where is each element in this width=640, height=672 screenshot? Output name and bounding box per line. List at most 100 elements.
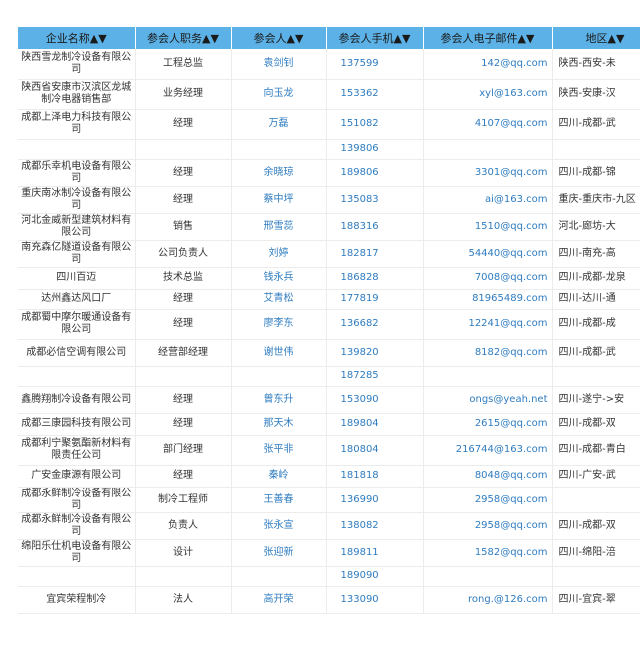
email-cell[interactable]: ai@163.com [423, 186, 553, 214]
job-title-cell: 法人 [135, 586, 232, 614]
email-cell[interactable]: 2958@qq.com [423, 512, 553, 540]
table-row: 达州鑫达风口厂 经理 艾青松 177819 81965489.com 四川-达川-通 [18, 289, 640, 310]
person-link[interactable]: 那天木 [231, 413, 327, 436]
phone-cell[interactable]: 177819 [326, 289, 424, 310]
email-cell[interactable]: 81965489.com [423, 289, 553, 310]
email-cell[interactable]: 2615@qq.com [423, 413, 553, 436]
email-cell[interactable]: 216744@163.com [423, 435, 553, 466]
table-row: 139806 [18, 139, 640, 160]
email-cell[interactable]: rong.@126.com [423, 586, 553, 614]
phone-cell[interactable]: 133090 [326, 586, 424, 614]
job-title-cell: 经理 [135, 186, 232, 214]
table-header-row: 企业名称▲▼ 参会人职务▲▼ 参会人▲▼ 参会人手机▲▼ 参会人电子邮件▲▼ 地… [18, 27, 640, 49]
job-title-cell: 部门经理 [135, 435, 232, 466]
phone-cell[interactable]: 182817 [326, 240, 424, 268]
person-link[interactable]: 向玉龙 [231, 79, 327, 110]
phone-cell[interactable]: 139806 [326, 139, 424, 160]
person-link[interactable]: 蔡中坪 [231, 186, 327, 214]
phone-cell[interactable]: 187285 [326, 366, 424, 387]
phone-cell[interactable]: 136990 [326, 487, 424, 513]
person-link[interactable]: 王善春 [231, 487, 327, 513]
person-link[interactable] [231, 366, 327, 387]
job-title-cell: 工程总监 [135, 49, 232, 80]
email-cell[interactable] [423, 139, 553, 160]
email-cell[interactable]: 12241@qq.com [423, 309, 553, 340]
column-header-email[interactable]: 参会人电子邮件▲▼ [423, 27, 553, 49]
email-cell[interactable]: 4107@qq.com [423, 109, 553, 140]
table-row: 陕西省安康市汉滨区龙城制冷电器销售部 业务经理 向玉龙 153362 xyl@163.c… [18, 79, 640, 110]
person-link[interactable] [231, 139, 327, 160]
email-cell[interactable] [423, 366, 553, 387]
person-link[interactable]: 张永宣 [231, 512, 327, 540]
phone-cell[interactable]: 189804 [326, 413, 424, 436]
job-title-cell: 设计 [135, 539, 232, 567]
person-link[interactable]: 万磊 [231, 109, 327, 140]
email-cell[interactable]: 8182@qq.com [423, 339, 553, 367]
column-header-region[interactable]: 地区▲▼ [552, 27, 640, 49]
phone-cell[interactable]: 180804 [326, 435, 424, 466]
job-title-cell: 业务经理 [135, 79, 232, 110]
person-link[interactable]: 秦岭 [231, 465, 327, 488]
phone-cell[interactable]: 186828 [326, 267, 424, 290]
phone-cell[interactable]: 139820 [326, 339, 424, 367]
phone-cell[interactable]: 188316 [326, 213, 424, 241]
email-cell[interactable]: 142@qq.com [423, 49, 553, 80]
person-link[interactable]: 余晓琼 [231, 159, 327, 187]
company-cell: 重庆南冰制冷设备有限公司 [18, 186, 136, 214]
person-link[interactable]: 廖李东 [231, 309, 327, 340]
person-link[interactable]: 高开荣 [231, 586, 327, 614]
table-row: 成都上泽电力科技有限公司 经理 万磊 151082 4107@qq.com 四川-成都-武 [18, 109, 640, 140]
email-cell[interactable]: ongs@yeah.net [423, 386, 553, 414]
job-title-cell: 经理 [135, 289, 232, 310]
email-cell[interactable]: xyl@163.com [423, 79, 553, 110]
person-link[interactable]: 刘婷 [231, 240, 327, 268]
email-cell[interactable]: 2958@qq.com [423, 487, 553, 513]
person-link[interactable]: 邢雪蕊 [231, 213, 327, 241]
job-title-cell: 经理 [135, 465, 232, 488]
table-row: 成都必信空调有限公司 经营部经理 谢世伟 139820 8182@qq.com 四川-成都… [18, 339, 640, 367]
region-cell: 四川-成都-青白 [552, 435, 640, 466]
email-cell[interactable]: 1510@qq.com [423, 213, 553, 241]
person-link[interactable]: 钱永兵 [231, 267, 327, 290]
phone-cell[interactable]: 189811 [326, 539, 424, 567]
email-cell[interactable]: 7008@qq.com [423, 267, 553, 290]
table-row: 四川百迈 技术总监 钱永兵 186828 7008@qq.com 四川-成都-龙泉 [18, 267, 640, 290]
region-cell: 四川-成都-锦 [552, 159, 640, 187]
phone-cell[interactable]: 135083 [326, 186, 424, 214]
region-cell: 四川-成都-双 [552, 512, 640, 540]
job-title-cell: 销售 [135, 213, 232, 241]
person-link[interactable]: 艾青松 [231, 289, 327, 310]
column-header-title[interactable]: 参会人职务▲▼ [135, 27, 232, 49]
phone-cell[interactable]: 138082 [326, 512, 424, 540]
email-cell[interactable]: 54440@qq.com [423, 240, 553, 268]
phone-cell[interactable]: 189806 [326, 159, 424, 187]
company-cell: 南充森亿隧道设备有限公司 [18, 240, 136, 268]
phone-cell[interactable]: 181818 [326, 465, 424, 488]
table-row: 重庆南冰制冷设备有限公司 经理 蔡中坪 135083 ai@163.com 重庆-重庆市-… [18, 186, 640, 214]
column-header-company[interactable]: 企业名称▲▼ [18, 27, 136, 49]
job-title-cell: 负责人 [135, 512, 232, 540]
person-link[interactable] [231, 566, 327, 587]
company-cell [18, 566, 136, 587]
person-link[interactable]: 张迎新 [231, 539, 327, 567]
phone-cell[interactable]: 189090 [326, 566, 424, 587]
person-link[interactable]: 谢世伟 [231, 339, 327, 367]
column-header-phone[interactable]: 参会人手机▲▼ [326, 27, 424, 49]
person-link[interactable]: 袁剑钊 [231, 49, 327, 80]
table-row: 南充森亿隧道设备有限公司 公司负责人 刘婷 182817 54440@qq.com 四川-… [18, 240, 640, 268]
column-header-person[interactable]: 参会人▲▼ [231, 27, 327, 49]
table-row: 成都乐幸机电设备有限公司 经理 余晓琼 189806 3301@qq.com 四川-成都-… [18, 159, 640, 187]
person-link[interactable]: 曾东升 [231, 386, 327, 414]
phone-cell[interactable]: 151082 [326, 109, 424, 140]
table-row: 绵阳乐仕机电设备有限公司 设计 张迎新 189811 1582@qq.com 四川-绵阳-… [18, 539, 640, 567]
email-cell[interactable] [423, 566, 553, 587]
region-cell: 四川-遂宁->安 [552, 386, 640, 414]
email-cell[interactable]: 8048@qq.com [423, 465, 553, 488]
phone-cell[interactable]: 153362 [326, 79, 424, 110]
phone-cell[interactable]: 137599 [326, 49, 424, 80]
email-cell[interactable]: 3301@qq.com [423, 159, 553, 187]
phone-cell[interactable]: 136682 [326, 309, 424, 340]
person-link[interactable]: 张平非 [231, 435, 327, 466]
email-cell[interactable]: 1582@qq.com [423, 539, 553, 567]
phone-cell[interactable]: 153090 [326, 386, 424, 414]
